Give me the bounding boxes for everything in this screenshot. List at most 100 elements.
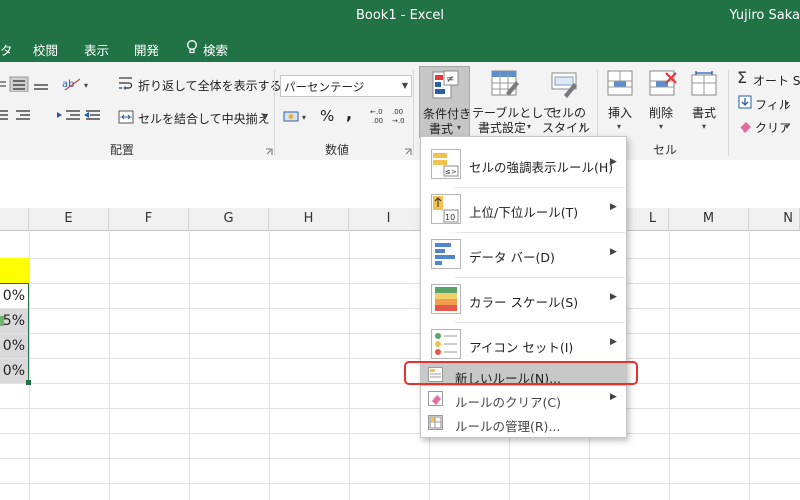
- merge-center-button[interactable]: セルを結合して中央揃え: [138, 110, 270, 127]
- menu-item-top-bottom-rules[interactable]: 10 上位/下位ルール(T) ▶: [421, 188, 626, 232]
- user-name[interactable]: Yujiro Saka: [729, 8, 800, 23]
- comma-style-button[interactable]: ,: [346, 104, 352, 123]
- yellow-header-cell[interactable]: [0, 258, 29, 283]
- number-launcher-icon[interactable]: [404, 145, 412, 159]
- ribbon: ab ▾ 折り返して全体を表示する セルを結合して中央揃え ▼ 配置 パーセンテー…: [0, 62, 800, 161]
- column-header-e[interactable]: E: [29, 208, 109, 230]
- submenu-arrow-icon: ▶: [610, 392, 617, 402]
- conditional-formatting-icon: ≠: [431, 70, 459, 103]
- svg-text:.00: .00: [392, 108, 403, 116]
- svg-text:→.0: →.0: [392, 117, 405, 124]
- eraser-icon: [738, 119, 752, 136]
- format-button[interactable]: 書式: [692, 104, 716, 121]
- menu-item-highlight-cells-rules[interactable]: ≤> セルの強調表示ルール(H) ▶: [421, 141, 626, 187]
- data-bars-icon: [431, 239, 461, 269]
- row-gridline: [0, 258, 800, 259]
- error-indicator-icon[interactable]: [0, 316, 4, 326]
- svg-text:←.0: ←.0: [370, 108, 383, 116]
- worksheet-grid[interactable]: [0, 230, 800, 500]
- color-scales-icon: [431, 284, 461, 314]
- column-header-h[interactable]: H: [269, 208, 349, 230]
- row-gridline: [0, 333, 800, 334]
- column-header-m[interactable]: M: [669, 208, 749, 230]
- submenu-arrow-icon: ▶: [610, 202, 617, 212]
- merge-dropdown-icon[interactable]: ▼: [262, 112, 268, 121]
- clear-rules-icon: [428, 391, 443, 406]
- column-header-f[interactable]: F: [109, 208, 189, 230]
- menu-item-label: データ バー(D): [469, 250, 555, 265]
- row-gridline: [0, 408, 800, 409]
- clear-dropdown-icon[interactable]: ▾: [785, 122, 789, 131]
- submenu-arrow-icon: ▶: [610, 292, 617, 302]
- format-cells-icon: [690, 69, 720, 102]
- menu-item-clear-rules[interactable]: ルールのクリア(C) ▶: [421, 387, 626, 410]
- row-gridline: [0, 308, 800, 309]
- orientation-icon[interactable]: ab ▾: [62, 76, 94, 95]
- tell-me-search[interactable]: 検索: [203, 40, 228, 59]
- column-gridline: [669, 230, 670, 500]
- row-gridline: [0, 458, 800, 459]
- increase-decimal-icon[interactable]: ←.0.00: [370, 106, 388, 127]
- lightbulb-icon: [186, 40, 198, 57]
- menu-item-label: カラー スケール(S): [469, 295, 579, 310]
- number-format-select[interactable]: パーセンテージ ▼: [280, 75, 412, 97]
- row-gridline: [0, 283, 800, 284]
- format-as-table-label-2[interactable]: 書式設定: [478, 119, 526, 136]
- align-bottom-partial-icon[interactable]: [0, 76, 56, 95]
- insert-dropdown-icon[interactable]: ▾: [617, 122, 621, 131]
- number-format-dropdown-icon[interactable]: ▼: [402, 81, 408, 90]
- merge-center-icon: [118, 109, 134, 128]
- column-header-g[interactable]: G: [189, 208, 269, 230]
- percent-cell[interactable]: 5%: [0, 309, 28, 333]
- tab-partial[interactable]: タ: [0, 40, 13, 59]
- accounting-format-icon[interactable]: ▾: [283, 108, 313, 127]
- percent-cell[interactable]: 0%: [0, 284, 28, 308]
- group-separator: [274, 70, 275, 156]
- format-as-table-icon: [490, 69, 520, 102]
- column-gridline: [189, 230, 190, 500]
- autosum-icon: Σ: [737, 68, 748, 87]
- insert-button[interactable]: 挿入: [608, 104, 632, 121]
- format-dropdown-icon[interactable]: ▾: [702, 122, 706, 131]
- column-header-i[interactable]: I: [349, 208, 429, 230]
- top-bottom-rules-icon: 10: [431, 194, 461, 224]
- delete-dropdown-icon[interactable]: ▾: [659, 122, 663, 131]
- align-left-partial-icon[interactable]: [0, 108, 100, 127]
- column-gridline: [349, 230, 350, 500]
- wrap-text-button[interactable]: 折り返して全体を表示する: [138, 77, 282, 94]
- column-header-d[interactable]: [0, 208, 29, 230]
- delete-button[interactable]: 削除: [649, 104, 673, 121]
- column-gridline: [269, 230, 270, 500]
- ribbon-tab-bar: タ 校閲 表示 開発 検索: [0, 32, 800, 62]
- fill-handle[interactable]: [26, 380, 31, 385]
- percent-cell[interactable]: 0%: [0, 359, 28, 383]
- cell-styles-dropdown-icon[interactable]: ▾: [580, 122, 584, 131]
- menu-item-label: セルの強調表示ルール(H): [469, 160, 614, 175]
- alignment-group-label: 配置: [110, 143, 135, 157]
- format-as-table-dropdown-icon[interactable]: ▾: [527, 122, 531, 131]
- autosum-button[interactable]: オート SU: [753, 72, 800, 89]
- menu-item-data-bars[interactable]: データ バー(D) ▶: [421, 233, 626, 277]
- highlight-annotation: [404, 361, 638, 385]
- cells-group-label: セル: [653, 143, 678, 157]
- conditional-formatting-label-2: 書式: [429, 122, 454, 136]
- column-headers: E F G H I J K L M N: [0, 208, 800, 231]
- column-gridline: [109, 230, 110, 500]
- menu-item-label: ルールのクリア(C): [455, 395, 561, 410]
- conditional-formatting-button[interactable]: ≠ 条件付き 書式 ▾: [419, 66, 471, 138]
- menu-item-manage-rules[interactable]: ルールの管理(R)...: [421, 411, 626, 434]
- decrease-decimal-icon[interactable]: .00 →.0: [392, 106, 410, 127]
- percent-style-button[interactable]: %: [320, 107, 334, 125]
- tab-developer[interactable]: 開発: [134, 40, 159, 59]
- tab-review[interactable]: 校閲: [33, 40, 58, 59]
- delete-cells-icon: [648, 69, 678, 102]
- tab-view[interactable]: 表示: [84, 40, 109, 59]
- submenu-arrow-icon: ▶: [610, 247, 617, 257]
- percent-cell[interactable]: 0%: [0, 334, 28, 358]
- fill-dropdown-icon[interactable]: ▾: [785, 99, 789, 108]
- alignment-launcher-icon[interactable]: [265, 145, 273, 159]
- manage-rules-icon: [428, 415, 443, 430]
- column-header-n[interactable]: N: [749, 208, 800, 230]
- conditional-formatting-dropdown-icon: ▾: [457, 123, 462, 132]
- menu-item-color-scales[interactable]: カラー スケール(S) ▶: [421, 278, 626, 322]
